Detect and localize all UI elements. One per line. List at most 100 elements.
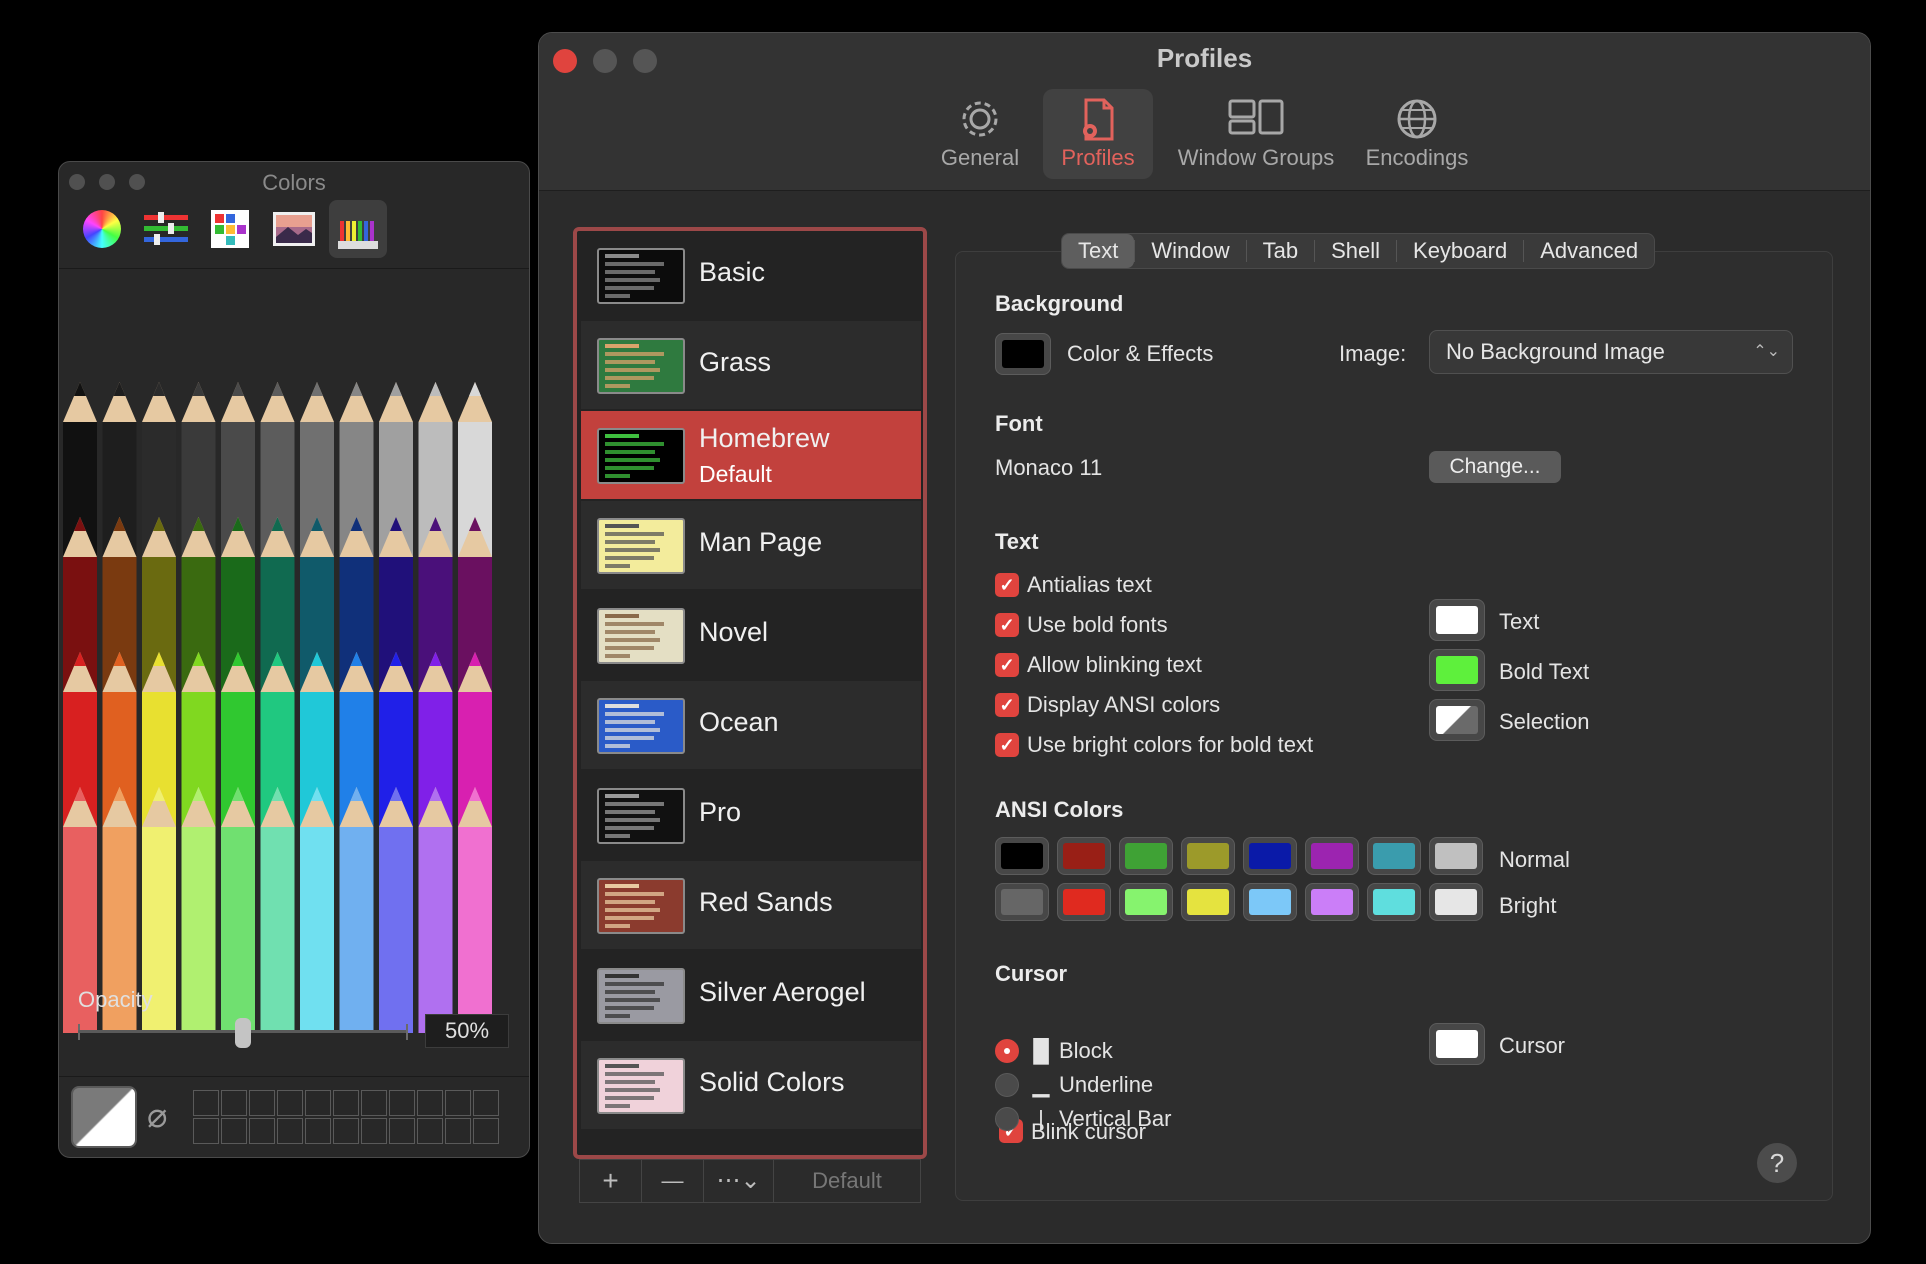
remove-profile-button[interactable]: — bbox=[642, 1160, 704, 1202]
ansi-bright-color-well[interactable] bbox=[1367, 883, 1421, 921]
tab-tab[interactable]: Tab bbox=[1247, 234, 1314, 268]
profile-row[interactable]: Pro bbox=[581, 771, 921, 859]
current-color-swatch[interactable] bbox=[71, 1086, 137, 1148]
swatch-cell[interactable] bbox=[473, 1090, 499, 1116]
cursor-style-radio[interactable] bbox=[995, 1107, 1019, 1131]
window-title: Profiles bbox=[1156, 43, 1253, 73]
swatch-cell[interactable] bbox=[473, 1118, 499, 1144]
add-profile-button[interactable]: + bbox=[580, 1160, 642, 1202]
swatch-cell[interactable] bbox=[249, 1090, 275, 1116]
text-color-well[interactable] bbox=[1429, 699, 1485, 741]
swatch-cell[interactable] bbox=[389, 1090, 415, 1116]
ansi-normal-color-well[interactable] bbox=[1181, 837, 1235, 875]
change-font-button[interactable]: Change... bbox=[1429, 451, 1561, 483]
toolbar-general[interactable]: General bbox=[935, 89, 1025, 179]
ansi-bright-color-well[interactable] bbox=[1119, 883, 1173, 921]
swatch-cell[interactable] bbox=[417, 1118, 443, 1144]
profile-thumbnail bbox=[597, 338, 685, 394]
ansi-normal-color-well[interactable] bbox=[1305, 837, 1359, 875]
swatch-cell[interactable] bbox=[305, 1118, 331, 1144]
swatch-cell[interactable] bbox=[277, 1090, 303, 1116]
cursor-style-radio[interactable] bbox=[995, 1073, 1019, 1097]
ansi-normal-color-well[interactable] bbox=[1243, 837, 1297, 875]
cursor-glyph: █ bbox=[1033, 1038, 1049, 1063]
toolbar-profiles[interactable]: Profiles bbox=[1043, 89, 1153, 179]
opacity-value-field[interactable]: 50% bbox=[425, 1014, 509, 1048]
ansi-normal-color-well[interactable] bbox=[1429, 837, 1483, 875]
text-color-label: Text bbox=[1499, 609, 1540, 634]
opacity-slider-knob[interactable] bbox=[235, 1018, 251, 1048]
color-wheel-icon[interactable] bbox=[73, 200, 131, 258]
image-palettes-icon[interactable] bbox=[265, 200, 323, 258]
default-button[interactable]: Default bbox=[774, 1160, 920, 1202]
eyedropper-icon[interactable]: ⌀ bbox=[147, 1096, 167, 1136]
swatch-cell[interactable] bbox=[445, 1090, 471, 1116]
profile-row[interactable]: Homebrew Default bbox=[581, 411, 921, 499]
swatch-cell[interactable] bbox=[333, 1118, 359, 1144]
ansi-normal-color-well[interactable] bbox=[1119, 837, 1173, 875]
cursor-color-well[interactable] bbox=[1429, 1023, 1485, 1065]
ansi-bright-color-well[interactable] bbox=[1243, 883, 1297, 921]
text-color-well[interactable] bbox=[1429, 599, 1485, 641]
swatch-cell[interactable] bbox=[361, 1118, 387, 1144]
profile-thumbnail bbox=[597, 968, 685, 1024]
swatch-cell[interactable] bbox=[249, 1118, 275, 1144]
ansi-bright-color-well[interactable] bbox=[1429, 883, 1483, 921]
profile-list[interactable]: Basic Grass Homebrew Default Man Page Novel Oc… bbox=[573, 227, 927, 1159]
swatch-cell[interactable] bbox=[305, 1090, 331, 1116]
text-color-well[interactable] bbox=[1429, 649, 1485, 691]
text-option-checkbox[interactable]: ✓ bbox=[995, 693, 1019, 717]
text-option-checkbox[interactable]: ✓ bbox=[995, 733, 1019, 757]
ansi-normal-color-well[interactable] bbox=[995, 837, 1049, 875]
ansi-bright-color-well[interactable] bbox=[1305, 883, 1359, 921]
toolbar-window-groups[interactable]: Window Groups bbox=[1167, 89, 1345, 179]
swatch-cell[interactable] bbox=[221, 1090, 247, 1116]
ansi-normal-color-well[interactable] bbox=[1057, 837, 1111, 875]
tab-window[interactable]: Window bbox=[1135, 234, 1245, 268]
background-image-popup[interactable]: No Background Image ⌃⌄ bbox=[1429, 330, 1793, 374]
profile-row[interactable]: Silver Aerogel bbox=[581, 951, 921, 1039]
tab-advanced[interactable]: Advanced bbox=[1524, 234, 1654, 268]
text-option-checkbox[interactable]: ✓ bbox=[995, 653, 1019, 677]
tab-shell[interactable]: Shell bbox=[1315, 234, 1396, 268]
swatch-cell[interactable] bbox=[193, 1090, 219, 1116]
swatch-cell[interactable] bbox=[277, 1118, 303, 1144]
tab-text[interactable]: Text bbox=[1062, 234, 1135, 268]
palettes-icon[interactable] bbox=[201, 200, 259, 258]
profile-row[interactable]: Man Page bbox=[581, 501, 921, 589]
swatch-cell[interactable] bbox=[361, 1090, 387, 1116]
help-button[interactable]: ? bbox=[1757, 1143, 1797, 1183]
profile-row[interactable]: Solid Colors bbox=[581, 1041, 921, 1129]
text-option-checkbox[interactable]: ✓ bbox=[995, 613, 1019, 637]
swatch-cell[interactable] bbox=[221, 1118, 247, 1144]
cursor-color-label: Cursor bbox=[1499, 1033, 1566, 1058]
profile-row[interactable]: Red Sands bbox=[581, 861, 921, 949]
pencils-icon[interactable] bbox=[329, 200, 387, 258]
profile-name: Ocean bbox=[699, 707, 779, 737]
profile-name: Homebrew bbox=[699, 423, 830, 453]
cursor-style-radio[interactable] bbox=[995, 1039, 1019, 1063]
text-option-label: Display ANSI colors bbox=[1027, 692, 1221, 717]
tab-keyboard[interactable]: Keyboard bbox=[1397, 234, 1523, 268]
text-option-checkbox[interactable]: ✓ bbox=[995, 573, 1019, 597]
swatch-cell[interactable] bbox=[333, 1090, 359, 1116]
background-color-well[interactable] bbox=[995, 333, 1051, 375]
sliders-icon[interactable] bbox=[137, 200, 195, 258]
swatch-cell[interactable] bbox=[417, 1090, 443, 1116]
swatch-cell[interactable] bbox=[445, 1118, 471, 1144]
profile-row[interactable]: Ocean bbox=[581, 681, 921, 769]
swatch-cell[interactable] bbox=[193, 1118, 219, 1144]
profile-row[interactable]: Basic bbox=[581, 231, 921, 319]
more-actions-button[interactable]: ⋯⌄ bbox=[704, 1160, 774, 1202]
profile-thumbnail bbox=[597, 878, 685, 934]
ansi-normal-color-well[interactable] bbox=[1367, 837, 1421, 875]
cursor-heading: Cursor bbox=[995, 961, 1068, 986]
ansi-bright-color-well[interactable] bbox=[995, 883, 1049, 921]
profile-thumbnail bbox=[597, 428, 685, 484]
ansi-bright-color-well[interactable] bbox=[1181, 883, 1235, 921]
swatch-cell[interactable] bbox=[389, 1118, 415, 1144]
profile-row[interactable]: Grass bbox=[581, 321, 921, 409]
toolbar-encodings[interactable]: Encodings bbox=[1357, 89, 1477, 179]
ansi-bright-color-well[interactable] bbox=[1057, 883, 1111, 921]
profile-row[interactable]: Novel bbox=[581, 591, 921, 679]
